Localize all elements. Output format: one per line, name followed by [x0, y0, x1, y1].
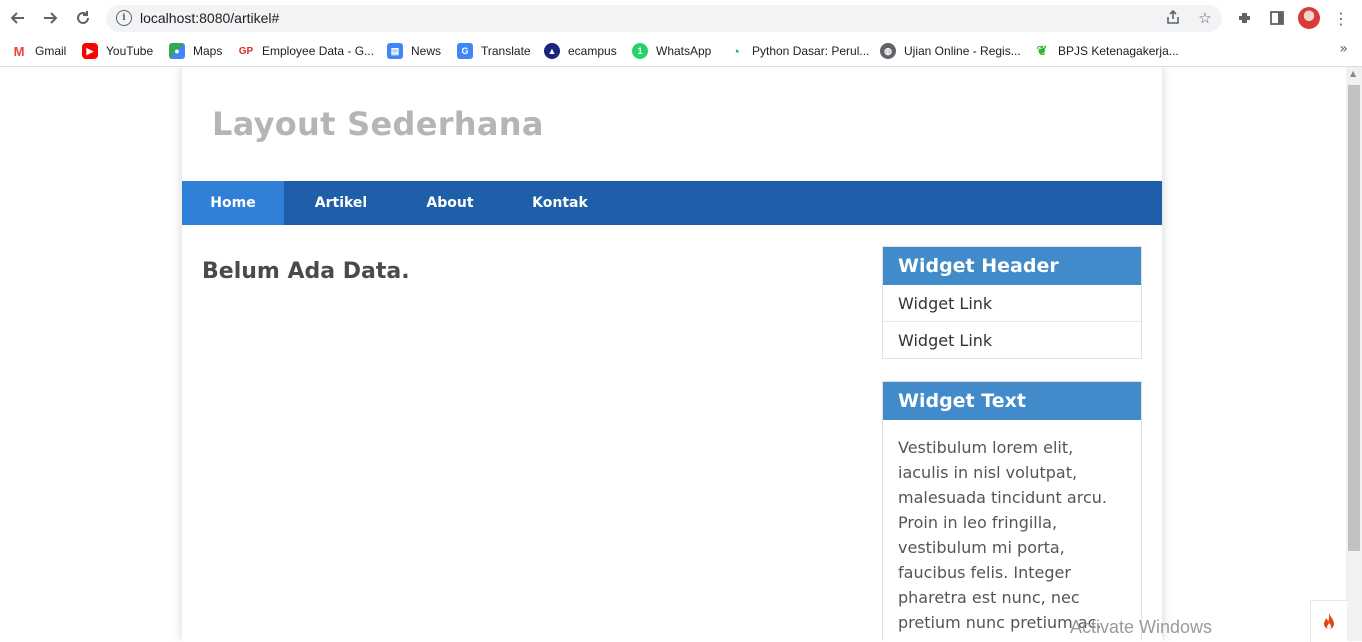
bookmark-label: YouTube [106, 44, 154, 58]
bookmark-ujian-online[interactable]: ◍ Ujian Online - Regis... [880, 42, 1021, 60]
bookmarks-overflow-icon[interactable]: » [1339, 41, 1348, 57]
nav-artikel[interactable]: Artikel [284, 181, 398, 225]
scrollbar-thumb[interactable] [1348, 85, 1360, 551]
bpjs-icon: ❦ [1034, 43, 1050, 59]
browser-menu-icon[interactable]: ⋮ [1330, 7, 1352, 29]
bookmark-translate[interactable]: G Translate [457, 42, 531, 60]
address-bar[interactable]: i localhost:8080/artikel# ☆ [106, 5, 1222, 32]
share-icon[interactable] [1164, 9, 1182, 27]
flame-icon [1324, 612, 1334, 629]
page-container: Layout Sederhana Home Artikel About Kont… [182, 67, 1162, 641]
bookmark-label: Employee Data - G... [262, 44, 375, 58]
bookmark-employee-data[interactable]: GP Employee Data - G... [238, 42, 374, 60]
bookmark-label: News [411, 44, 442, 58]
site-info-icon[interactable]: i [116, 10, 132, 26]
widget-text-box: Widget Text Vestibulum lorem elit, iacul… [882, 381, 1142, 641]
browser-toolbar: i localhost:8080/artikel# ☆ ⋮ [0, 0, 1362, 36]
bookmark-news[interactable]: ▤ News [387, 42, 441, 60]
extensions-icon[interactable] [1234, 7, 1256, 29]
address-url[interactable]: localhost:8080/artikel# [140, 10, 279, 26]
bookmark-label: Maps [193, 44, 223, 58]
widget-link[interactable]: Widget Link [883, 321, 1141, 358]
gmail-icon: M [11, 43, 27, 59]
youtube-icon: ▶ [82, 43, 98, 59]
whatsapp-icon: 1 [632, 43, 648, 59]
bookmark-bpjs[interactable]: ❦ BPJS Ketenagakerja... [1034, 42, 1179, 60]
page-viewport: Layout Sederhana Home Artikel About Kont… [0, 67, 1346, 641]
scroll-up-arrow-icon[interactable]: ▲ [1350, 69, 1356, 78]
widget-header-title: Widget Header [883, 247, 1141, 285]
news-icon: ▤ [387, 43, 403, 59]
bookmark-python-dasar[interactable]: ◔ Python Dasar: Perul... [728, 42, 869, 60]
page-scrollbar[interactable]: ▲ [1346, 67, 1362, 641]
profile-avatar[interactable] [1298, 7, 1320, 29]
bookmark-label: Translate [481, 44, 531, 58]
content-heading: Belum Ada Data. [202, 259, 410, 284]
bookmark-label: Python Dasar: Perul... [752, 44, 870, 58]
bookmark-star-icon[interactable]: ☆ [1196, 9, 1214, 27]
side-panel-icon[interactable] [1266, 7, 1288, 29]
globe-icon: ◍ [880, 43, 896, 59]
bookmark-label: Gmail [35, 44, 67, 58]
bookmarks-bar: M Gmail ▶ YouTube ● Maps GP Employee Dat… [0, 36, 1362, 67]
bookmark-maps[interactable]: ● Maps [169, 42, 222, 60]
bookmark-ecampus[interactable]: ▲ ecampus [544, 42, 617, 60]
translate-icon: G [457, 43, 473, 59]
widget-header-box: Widget Header Widget Link Widget Link [882, 246, 1142, 359]
site-title: Layout Sederhana [212, 105, 544, 143]
bookmark-label: ecampus [568, 44, 617, 58]
nav-home[interactable]: Home [182, 181, 284, 225]
forward-arrow-icon[interactable] [39, 7, 61, 29]
employee-data-icon: GP [238, 43, 254, 59]
widget-text-body: Vestibulum lorem elit, iaculis in nisl v… [898, 438, 1107, 632]
widget-link[interactable]: Widget Link [883, 285, 1141, 321]
nav-about[interactable]: About [398, 181, 502, 225]
reload-icon[interactable] [72, 7, 94, 29]
python-dasar-icon: ◔ [728, 43, 744, 59]
maps-icon: ● [169, 43, 185, 59]
main-nav: Home Artikel About Kontak [182, 181, 1162, 225]
bookmark-gmail[interactable]: M Gmail [11, 42, 66, 60]
nav-kontak[interactable]: Kontak [502, 181, 618, 225]
debug-toolbar-button[interactable] [1310, 600, 1347, 642]
windows-activation-watermark: Activate Windows [1070, 617, 1213, 637]
widget-text-title: Widget Text [883, 382, 1141, 420]
ecampus-icon: ▲ [544, 43, 560, 59]
bookmark-label: Ujian Online - Regis... [904, 44, 1021, 58]
back-arrow-icon[interactable] [7, 7, 29, 29]
bookmark-label: WhatsApp [656, 44, 712, 58]
bookmark-label: BPJS Ketenagakerja... [1058, 44, 1179, 58]
bookmark-whatsapp[interactable]: 1 WhatsApp [632, 42, 711, 60]
bookmark-youtube[interactable]: ▶ YouTube [82, 42, 153, 60]
